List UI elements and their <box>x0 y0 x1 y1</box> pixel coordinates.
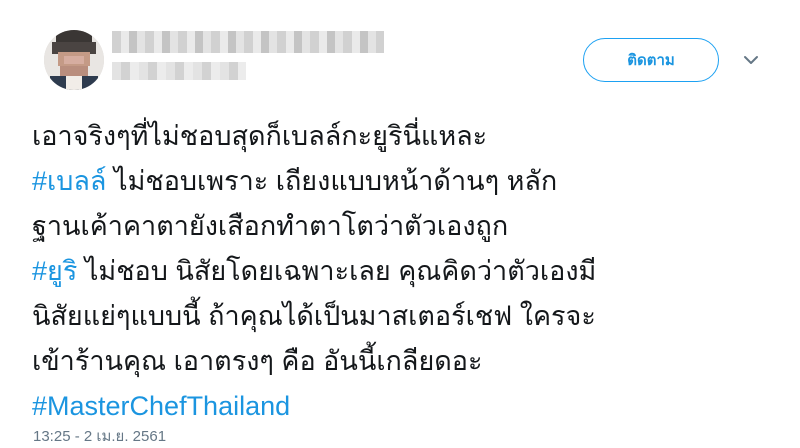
hashtag-link[interactable]: #ยูริ <box>32 256 77 286</box>
hashtag-link[interactable]: #เบลล์ <box>32 166 106 196</box>
tweet-line: นิสัยแย่ๆแบบนี้ ถ้าคุณได้เป็นมาสเตอร์เชฟ… <box>32 301 596 331</box>
avatar[interactable] <box>44 30 104 90</box>
tweet-text: เอาจริงๆที่ไม่ชอบสุดก็เบลล์กะยูรินี่แหละ… <box>32 114 772 429</box>
tweet-header: ติดตาม <box>0 0 800 110</box>
avatar-pixel <box>60 66 88 76</box>
tweet-line: #MasterChefThailand <box>32 384 772 429</box>
avatar-pixel <box>66 76 82 90</box>
chevron-down-icon[interactable] <box>741 52 761 68</box>
username-blurred[interactable] <box>112 62 246 80</box>
hashtag-link[interactable]: #MasterChefThailand <box>32 391 290 421</box>
tweet-line-text: ไม่ชอบ นิสัยโดยเฉพาะเลย คุณคิดว่าตัวเองม… <box>77 256 597 286</box>
tweet-line-text: ไม่ชอบเพราะ เถียงแบบหน้าด้านๆ หลัก <box>106 166 558 196</box>
display-name-blurred[interactable] <box>112 31 384 53</box>
tweet-timestamp[interactable]: 13:25 - 2 เม.ย. 2561 <box>33 424 166 448</box>
tweet-line: ฐานเค้าคาตายังเสือกทำตาโตว่าตัวเองถูก <box>32 211 509 241</box>
follow-button-label: ติดตาม <box>627 52 675 69</box>
tweet-card: ติดตาม เอาจริงๆที่ไม่ชอบสุดก็เบลล์กะยูริ… <box>0 0 800 445</box>
tweet-line: #เบลล์ ไม่ชอบเพราะ เถียงแบบหน้าด้านๆ หลั… <box>32 159 772 204</box>
avatar-pixel <box>64 56 84 64</box>
tweet-line: #ยูริ ไม่ชอบ นิสัยโดยเฉพาะเลย คุณคิดว่าต… <box>32 249 772 294</box>
tweet-line: เอาจริงๆที่ไม่ชอบสุดก็เบลล์กะยูรินี่แหละ <box>32 121 488 151</box>
tweet-line: เข้าร้านคุณ เอาตรงๆ คือ อันนี้เกลียดอะ <box>32 346 483 376</box>
follow-button[interactable]: ติดตาม <box>583 38 719 82</box>
